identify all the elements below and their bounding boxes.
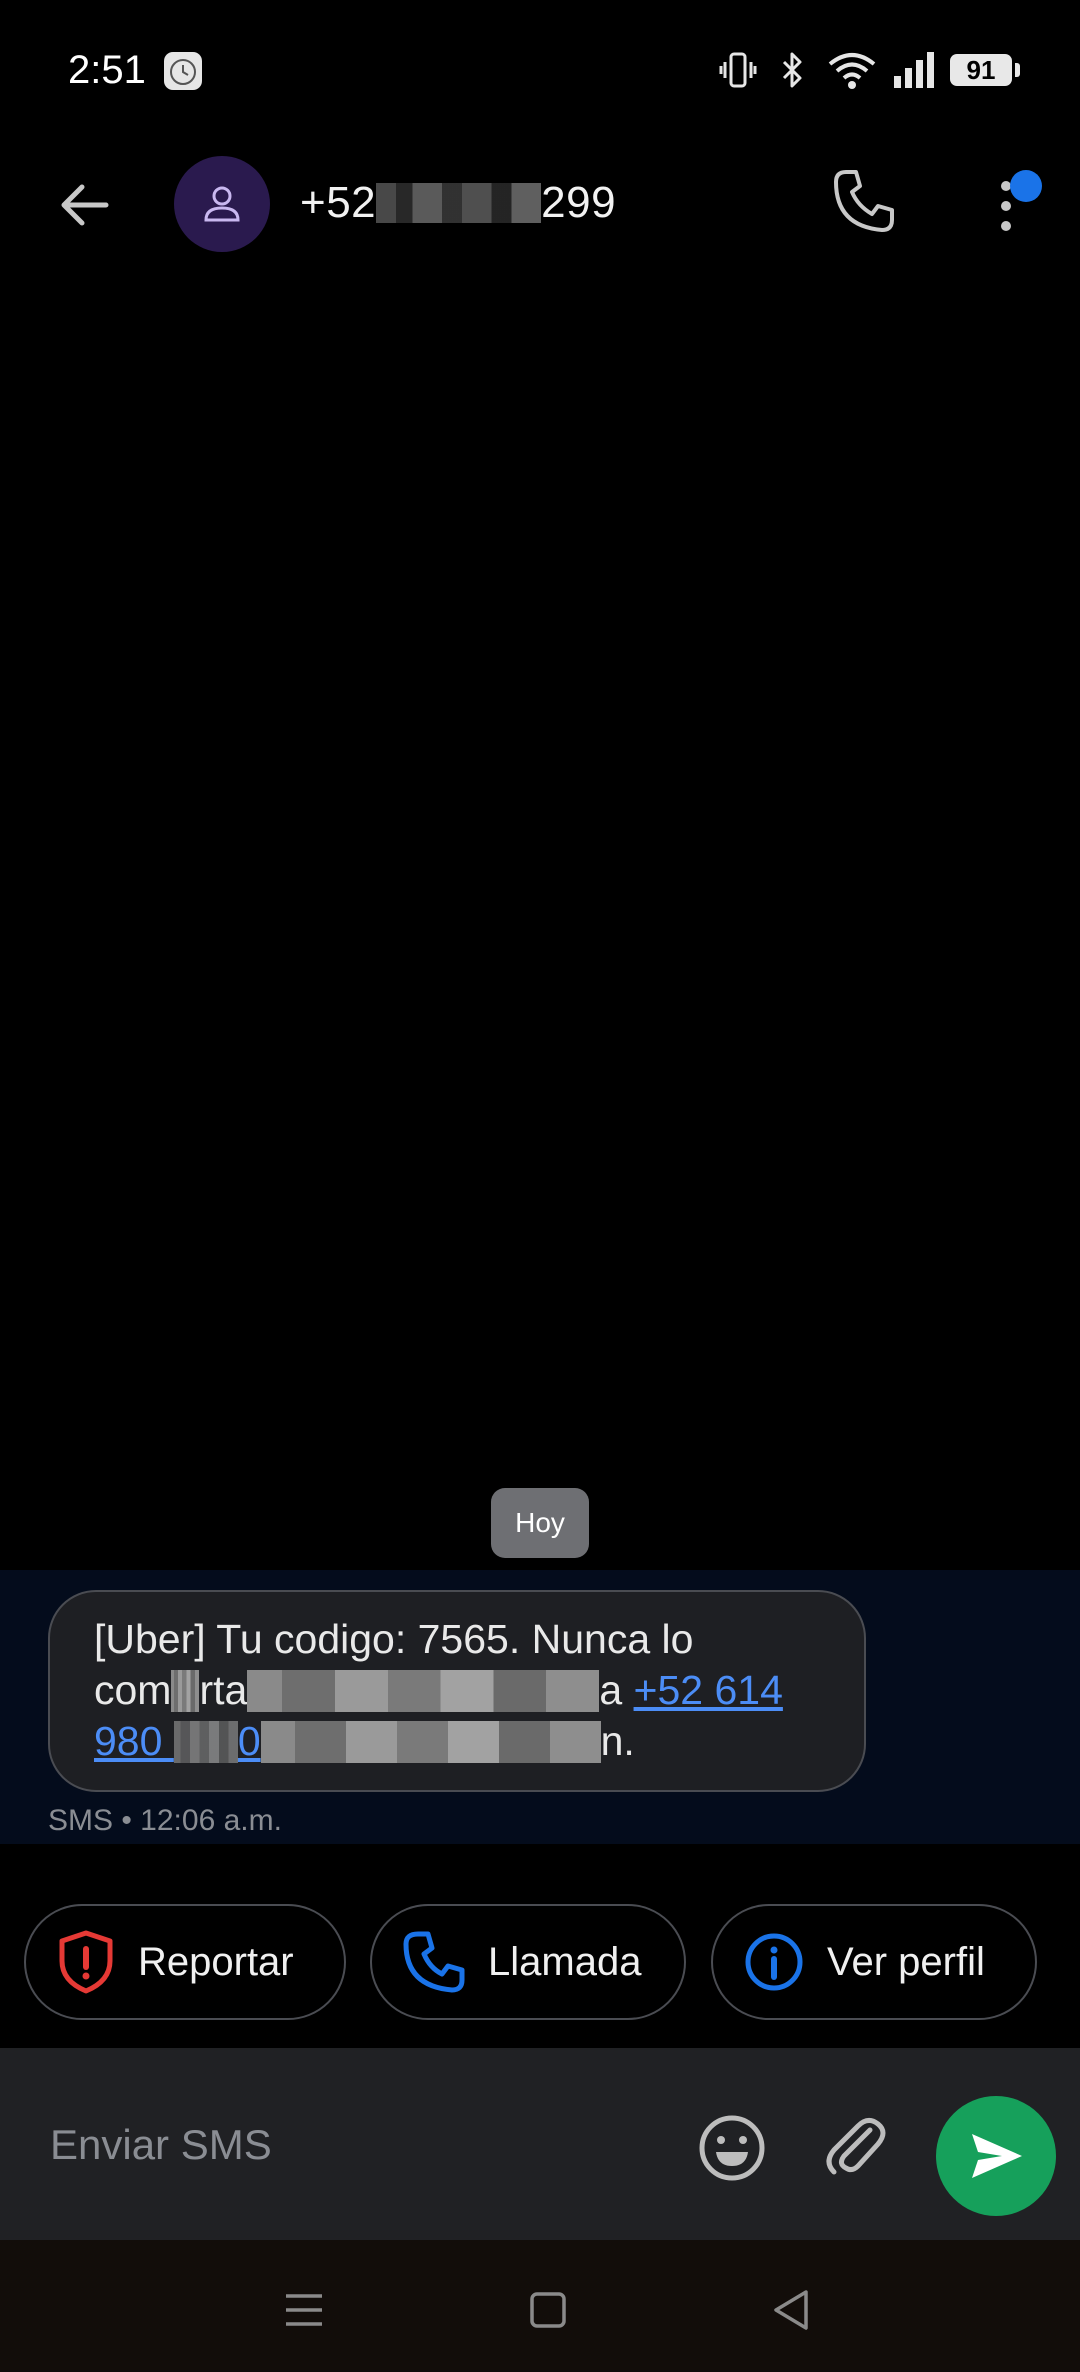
- report-label: Reportar: [138, 1939, 294, 1984]
- contact-number-prefix: +52: [300, 178, 377, 227]
- redacted-block: [376, 183, 542, 223]
- redacted-block: [247, 1670, 600, 1712]
- notification-dot: [1010, 170, 1042, 202]
- report-button[interactable]: Reportar: [24, 1904, 346, 2020]
- back-icon[interactable]: [762, 2280, 822, 2340]
- redacted-block: [173, 1721, 238, 1763]
- info-icon: [745, 1933, 803, 1991]
- composer: [0, 2048, 1080, 2240]
- send-button[interactable]: [936, 2096, 1056, 2216]
- message-line-3: 980 0 n.: [94, 1718, 635, 1764]
- redacted-block: [260, 1721, 601, 1763]
- sms-input[interactable]: [48, 2112, 652, 2178]
- person-icon: [204, 186, 240, 222]
- bluetooth-icon: [782, 52, 802, 88]
- message-line-1: [Uber] Tu codigo: 7565. Nunca lo: [94, 1616, 694, 1662]
- call-label: Llamada: [488, 1939, 642, 1984]
- emoji-icon[interactable]: [692, 2108, 772, 2188]
- call-action-button[interactable]: Llamada: [370, 1904, 686, 2020]
- wifi-icon: [828, 53, 876, 89]
- battery-level: 91: [966, 54, 996, 85]
- phone-link[interactable]: +52 614: [634, 1667, 783, 1713]
- back-arrow-icon[interactable]: [50, 170, 120, 240]
- status-time: 2:51: [68, 48, 146, 92]
- message-bubble[interactable]: [Uber] Tu codigo: 7565. Nunca lo com rta a…: [48, 1590, 866, 1792]
- status-icons: 91: [718, 46, 1020, 94]
- avatar[interactable]: [174, 156, 270, 252]
- contact-number[interactable]: +52 299: [300, 178, 616, 228]
- phone-link-cont[interactable]: 980 0: [94, 1718, 261, 1764]
- cell-signal-icon: [894, 52, 934, 88]
- send-icon: [972, 2134, 1022, 2178]
- vibrate-icon: [719, 52, 757, 88]
- view-profile-button[interactable]: Ver perfil: [711, 1904, 1037, 2020]
- message-line-2: com rta a +52 614: [94, 1667, 783, 1713]
- date-separator: Hoy: [491, 1488, 589, 1558]
- system-nav-bar: [0, 2240, 1080, 2372]
- alarm-clock-icon: [164, 52, 202, 90]
- battery-icon: 91: [950, 51, 1020, 89]
- shield-alert-icon: [59, 1930, 113, 1994]
- attach-icon[interactable]: [816, 2108, 896, 2188]
- phone-icon[interactable]: [826, 164, 902, 240]
- phone-icon: [403, 1931, 465, 1993]
- recents-icon[interactable]: [274, 2280, 334, 2340]
- message-meta: SMS • 12:06 a.m.: [48, 1804, 282, 1837]
- home-icon[interactable]: [518, 2280, 578, 2340]
- contact-number-suffix: 299: [541, 178, 617, 227]
- redacted-block: [171, 1670, 200, 1712]
- profile-label: Ver perfil: [827, 1939, 985, 1984]
